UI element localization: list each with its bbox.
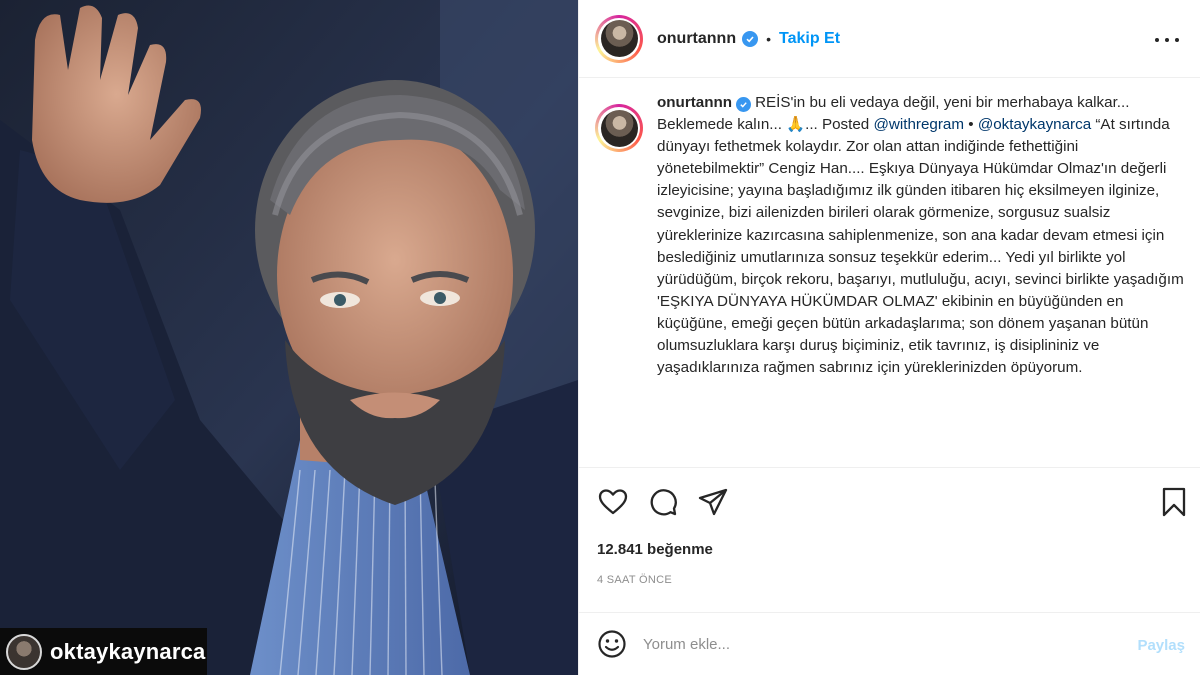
comment-input[interactable] (643, 635, 1113, 653)
caption-block: onurtannn REİS'in bu eli vedaya değil, ye… (579, 92, 1200, 467)
author-avatar[interactable] (595, 14, 643, 63)
post-header: onurtannn • Takip Et (579, 0, 1200, 78)
caption-body: “At sırtında dünyayı fethetmek kolaydır.… (657, 116, 1184, 377)
comment-icon[interactable] (647, 486, 679, 518)
repost-tag[interactable]: oktaykaynarca (0, 628, 207, 675)
prayer-emoji: 🙏 (786, 116, 806, 134)
more-options-icon[interactable] (1155, 30, 1179, 50)
separator-dot: • (766, 30, 771, 47)
post-timestamp[interactable]: 4 SAAT ÖNCE (597, 574, 672, 586)
like-count[interactable]: 12.841 beğenme (597, 541, 713, 558)
verified-icon (736, 97, 752, 112)
author-username[interactable]: onurtannn (657, 30, 736, 48)
repost-avatar (6, 633, 42, 670)
post-comment-button[interactable]: Paylaş (1137, 637, 1185, 654)
verified-icon (742, 30, 759, 47)
post-sidebar: onurtannn • Takip Et onurtannn REİS'in bu… (578, 0, 1200, 675)
bookmark-icon[interactable] (1158, 486, 1190, 518)
caption-line2-after: ... Posted (805, 116, 874, 134)
comment-bar: Paylaş (579, 612, 1200, 675)
mention-withregram[interactable]: @withregram (873, 116, 964, 133)
repost-username: oktaykaynarca (50, 638, 206, 664)
post-image (0, 0, 578, 675)
caption-line1: REİS'in bu eli vedaya değil, yeni bir me… (755, 94, 1073, 111)
caption-username[interactable]: onurtannn (657, 94, 732, 111)
emoji-icon[interactable] (597, 629, 627, 659)
caption-line2-end: • (964, 116, 974, 134)
post-photo[interactable]: oktaykaynarca (0, 0, 578, 675)
mention-oktaykaynarca[interactable]: @oktaykaynarca (978, 116, 1091, 133)
follow-button[interactable]: Takip Et (779, 30, 840, 48)
caption-author-avatar[interactable] (595, 104, 643, 152)
heart-icon[interactable] (597, 486, 629, 518)
action-bar (579, 467, 1200, 539)
caption-text: onurtannn REİS'in bu eli vedaya değil, ye… (657, 92, 1187, 467)
share-icon[interactable] (697, 486, 729, 518)
